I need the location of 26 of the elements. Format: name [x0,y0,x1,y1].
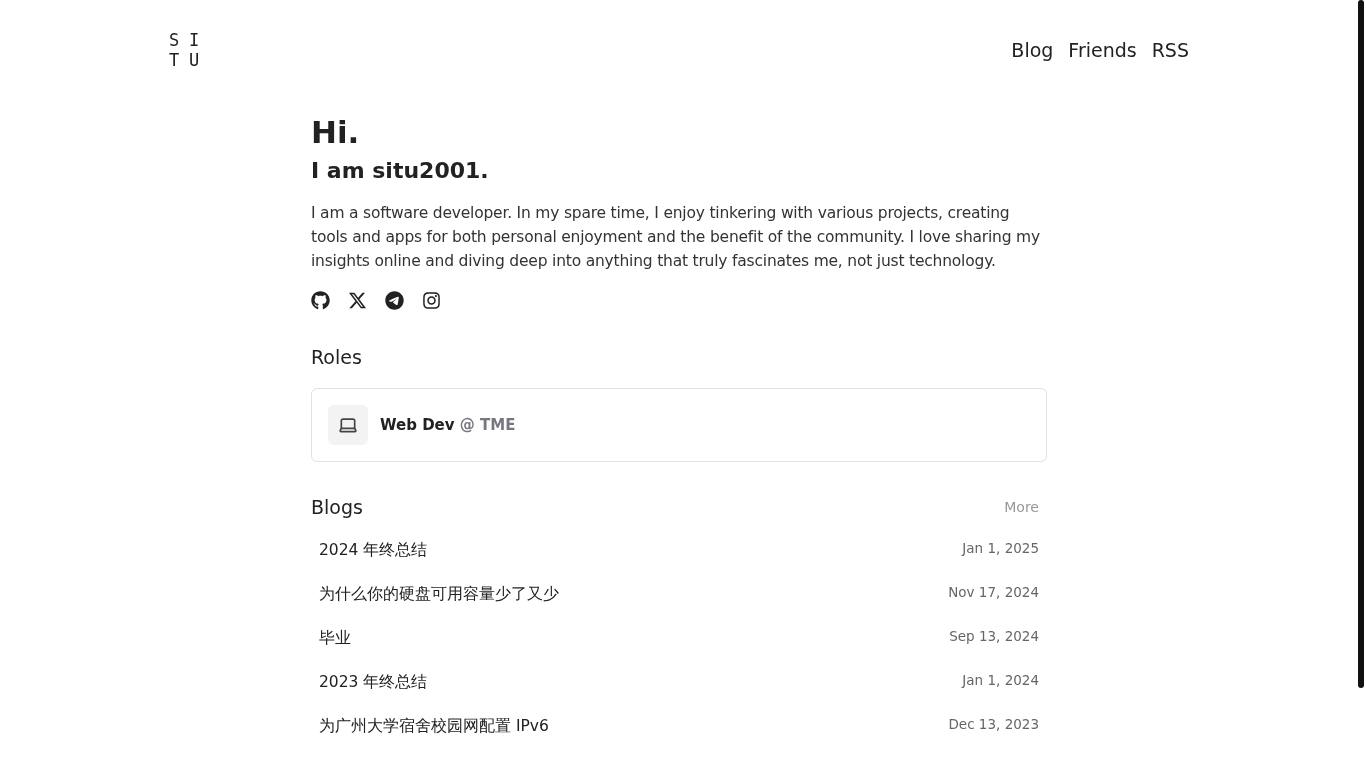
greeting-heading: Hi. [311,113,361,152]
blog-post-link[interactable]: 为广州大学宿舍校园网配置 IPv6 [319,714,549,738]
laptop-icon [328,405,368,445]
github-icon[interactable] [311,291,330,310]
section-heading: Blogs [311,495,363,520]
role-title: Web Dev @ TME [380,414,516,436]
nav-link[interactable]: Friends [1068,35,1137,65]
instagram-icon[interactable] [422,291,441,310]
bio-paragraph: I am a software developer. In my spare time, I enjoy tinkering with various projects, creating tools and apps for both personal enjoyment and the benefit of the community. I love sharing my insights online and diving deep into anything that truly fascinates me, not just technology. [311,203,1041,272]
section-heading: Roles [311,345,363,370]
post-date: Dec 13, 2023 [948,715,1039,734]
nav-link[interactable]: RSS [1151,35,1189,65]
blog-post-link[interactable]: 2023 年终总结 [319,670,428,694]
post-date: Jan 1, 2024 [962,671,1039,690]
name-heading: I am situ2001. [311,157,490,185]
post-date: Sep 13, 2024 [949,627,1039,646]
blog-post-link[interactable]: 为什么你的硬盘可用容量少了又少 [319,582,559,606]
site-logo[interactable]: S I T U [169,30,201,70]
nav-link[interactable]: Blog [1011,35,1054,65]
x-icon[interactable] [348,291,367,310]
telegram-icon[interactable] [385,291,404,310]
post-date: Nov 17, 2024 [948,583,1039,602]
post-date: Jan 1, 2025 [962,539,1039,558]
scrollbar-drawing[interactable] [1358,0,1364,688]
blog-post-link[interactable]: 毕业 [319,626,351,650]
blog-post-link[interactable]: 2024 年终总结 [319,538,428,562]
